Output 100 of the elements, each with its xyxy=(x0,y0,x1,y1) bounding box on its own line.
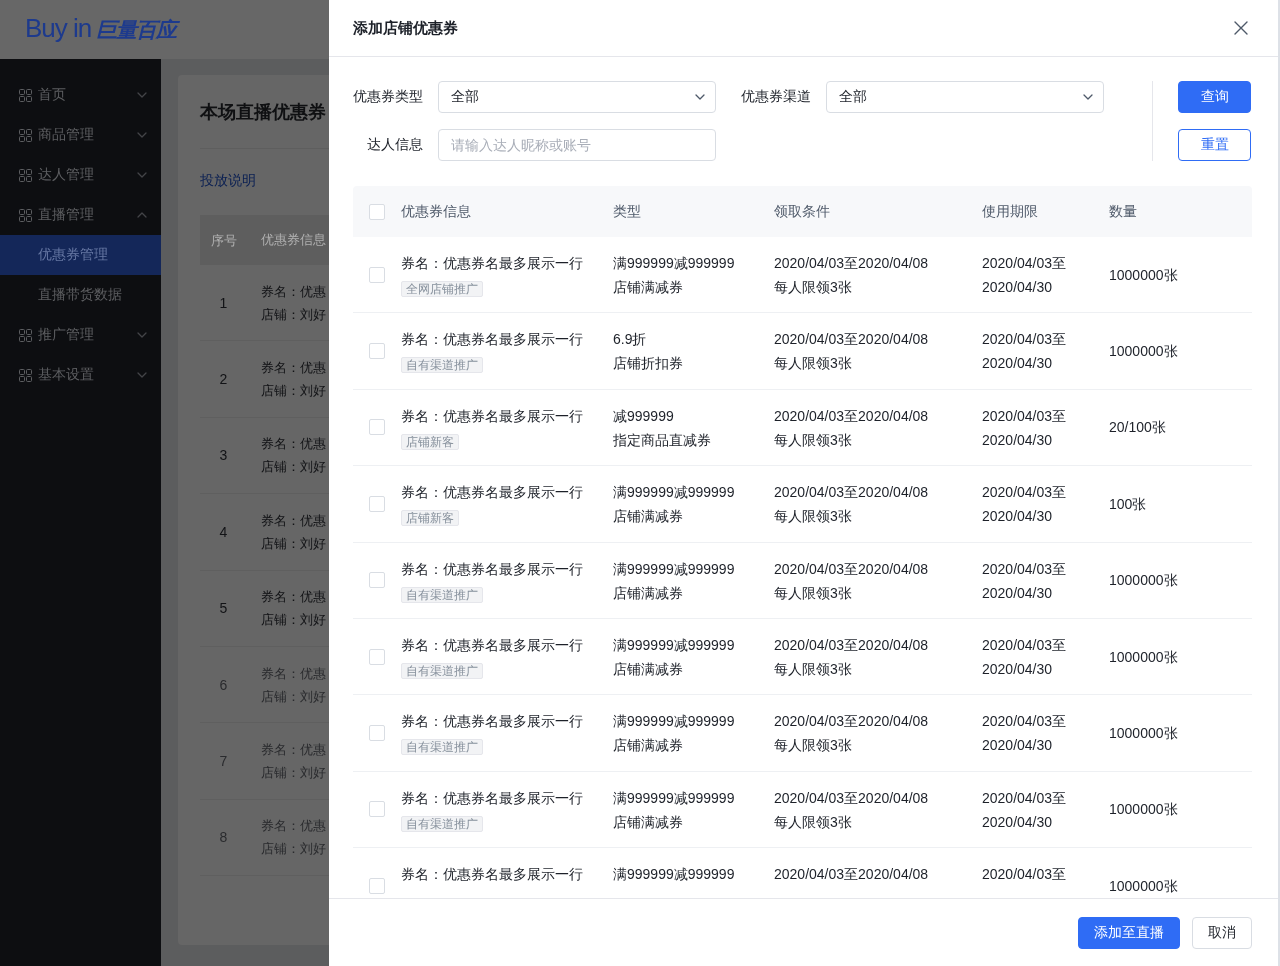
end-date-text: 2020/04/30 xyxy=(982,659,1053,679)
discount-text: 6.9折 xyxy=(613,330,647,350)
column-header: 使用期限 xyxy=(982,202,1038,221)
discount-text: 满999999减999999 xyxy=(613,865,735,885)
default-button[interactable]: 取消 xyxy=(1192,916,1252,949)
close-icon xyxy=(1234,21,1248,35)
help-link[interactable]: 投放说明 xyxy=(200,172,256,188)
discount-text: 满999999减999999 xyxy=(613,712,735,732)
checkbox[interactable] xyxy=(369,801,385,818)
coupon-type-text: 店铺满减券 xyxy=(613,507,683,527)
end-date-text: 2020/04/30 xyxy=(982,736,1053,756)
column-header: 优惠券信息 xyxy=(261,231,326,249)
column-header: 序号 xyxy=(210,232,237,248)
checkbox[interactable] xyxy=(369,877,385,894)
claim-limit-text: 每人限领3张 xyxy=(774,736,852,756)
coupon-type-text: 店铺满减券 xyxy=(613,736,683,756)
input-field[interactable]: 请输入达人昵称或账号 xyxy=(438,129,716,161)
checkbox[interactable] xyxy=(369,419,385,436)
quantity-text: 1000000张 xyxy=(1109,265,1178,285)
grid-icon xyxy=(19,88,32,102)
channel-tag: 自有渠道推广 xyxy=(401,815,483,832)
checkbox[interactable] xyxy=(369,725,385,742)
checkbox[interactable] xyxy=(369,266,385,283)
end-date-text: 2020/04/30 xyxy=(982,583,1053,603)
discount-text: 减999999 xyxy=(613,406,674,426)
claim-date-text: 2020/04/03至2020/04/08 xyxy=(774,712,929,732)
start-date-text: 2020/04/03至 xyxy=(982,406,1067,426)
shop-name-text: 店铺：刘好 xyxy=(261,458,326,477)
claim-limit-text: 每人限领3张 xyxy=(774,278,852,297)
shop-name-text: 店铺：刘好 xyxy=(261,764,326,783)
quantity-text: 1000000张 xyxy=(1109,724,1178,744)
coupon-name-text: 券名：优惠券名最多展示一行 xyxy=(401,559,583,579)
coupon-type-text: 店铺满减券 xyxy=(613,659,683,679)
checkbox[interactable] xyxy=(369,343,385,360)
start-date-text: 2020/04/03至 xyxy=(982,635,1067,655)
checkbox[interactable] xyxy=(369,572,385,589)
sidebar-menu-item[interactable]: 直播管理 xyxy=(0,195,161,235)
claim-date-text: 2020/04/03至2020/04/08 xyxy=(774,865,929,885)
sidebar-menu-item[interactable]: 商品管理 xyxy=(0,115,161,155)
shop-name-text: 店铺：刘好 xyxy=(261,687,326,706)
chevron-down-icon xyxy=(1083,93,1093,101)
coupon-name-text: 券名：优惠 xyxy=(261,435,326,454)
outline-button[interactable]: 重置 xyxy=(1178,129,1251,161)
row-number: 1 xyxy=(219,294,228,311)
sidebar-submenu-item[interactable]: 直播带货数据 xyxy=(0,275,161,315)
coupon-name-text: 券名：优惠 xyxy=(261,741,326,760)
quantity-text: 20/100张 xyxy=(1109,418,1166,438)
end-date-text: 2020/04/30 xyxy=(982,507,1053,527)
claim-date-text: 2020/04/03至2020/04/08 xyxy=(774,330,929,350)
discount-text: 满999999减999999 xyxy=(613,254,735,273)
sidebar-submenu-item[interactable]: 优惠券管理 xyxy=(0,235,161,275)
column-header: 数量 xyxy=(1109,202,1137,221)
coupon-type-text: 店铺满减券 xyxy=(613,812,683,832)
chevron-down-icon xyxy=(695,93,705,101)
claim-limit-text: 每人限领3张 xyxy=(774,354,852,374)
checkbox[interactable] xyxy=(369,648,385,665)
sidebar-menu-item[interactable]: 达人管理 xyxy=(0,155,161,195)
checkbox[interactable] xyxy=(369,203,385,220)
coupon-name-text: 券名：优惠 xyxy=(261,511,326,530)
row-number: 5 xyxy=(219,600,228,617)
filter-label: 优惠券类型 xyxy=(353,88,423,106)
coupon-name-text: 券名：优惠券名最多展示一行 xyxy=(401,788,583,808)
column-header: 领取条件 xyxy=(774,202,830,221)
coupon-name-text: 券名：优惠券名最多展示一行 xyxy=(401,483,583,503)
discount-text: 满999999减999999 xyxy=(613,483,735,503)
sidebar-menu-item[interactable]: 基本设置 xyxy=(0,355,161,395)
primary-button[interactable]: 查询 xyxy=(1178,81,1251,113)
column-header: 优惠券信息 xyxy=(401,202,471,221)
primary-button[interactable]: 添加至直播 xyxy=(1078,916,1180,949)
start-date-text: 2020/04/03至 xyxy=(982,788,1067,808)
quantity-text: 100张 xyxy=(1109,494,1147,514)
column-header: 类型 xyxy=(613,202,641,221)
row-number: 2 xyxy=(219,371,228,388)
page-title: 本场直播优惠券 xyxy=(200,100,326,124)
quantity-text: 1000000张 xyxy=(1109,342,1178,362)
shop-name-text: 店铺：刘好 xyxy=(261,611,326,630)
dropdown[interactable]: 全部 xyxy=(826,81,1104,113)
coupon-type-text: 指定商品直减券 xyxy=(613,430,711,450)
coupon-name-text: 券名：优惠 xyxy=(261,664,326,683)
grid-icon xyxy=(19,328,32,342)
coupon-name-text: 券名：优惠 xyxy=(261,359,326,378)
claim-date-text: 2020/04/03至2020/04/08 xyxy=(774,254,929,273)
sidebar-menu-item[interactable]: 推广管理 xyxy=(0,315,161,355)
start-date-text: 2020/04/03至 xyxy=(982,559,1067,579)
grid-icon xyxy=(19,368,32,382)
row-number: 6 xyxy=(219,676,228,693)
dropdown[interactable]: 全部 xyxy=(438,81,716,113)
claim-limit-text: 每人限领3张 xyxy=(774,812,852,832)
coupon-name-text: 券名：优惠券名最多展示一行 xyxy=(401,330,583,350)
channel-tag: 自有渠道推广 xyxy=(401,662,483,679)
discount-text: 满999999减999999 xyxy=(613,559,735,579)
channel-tag: 全网店铺推广 xyxy=(401,281,483,297)
coupon-name-text: 券名：优惠券名最多展示一行 xyxy=(401,635,583,655)
grid-icon xyxy=(19,208,32,222)
sidebar-menu-item[interactable]: 首页 xyxy=(0,75,161,115)
discount-text: 满999999减999999 xyxy=(613,635,735,655)
start-date-text: 2020/04/03至 xyxy=(982,712,1067,732)
quantity-text: 1000000张 xyxy=(1109,571,1178,591)
claim-limit-text: 每人限领3张 xyxy=(774,507,852,527)
checkbox[interactable] xyxy=(369,495,385,512)
